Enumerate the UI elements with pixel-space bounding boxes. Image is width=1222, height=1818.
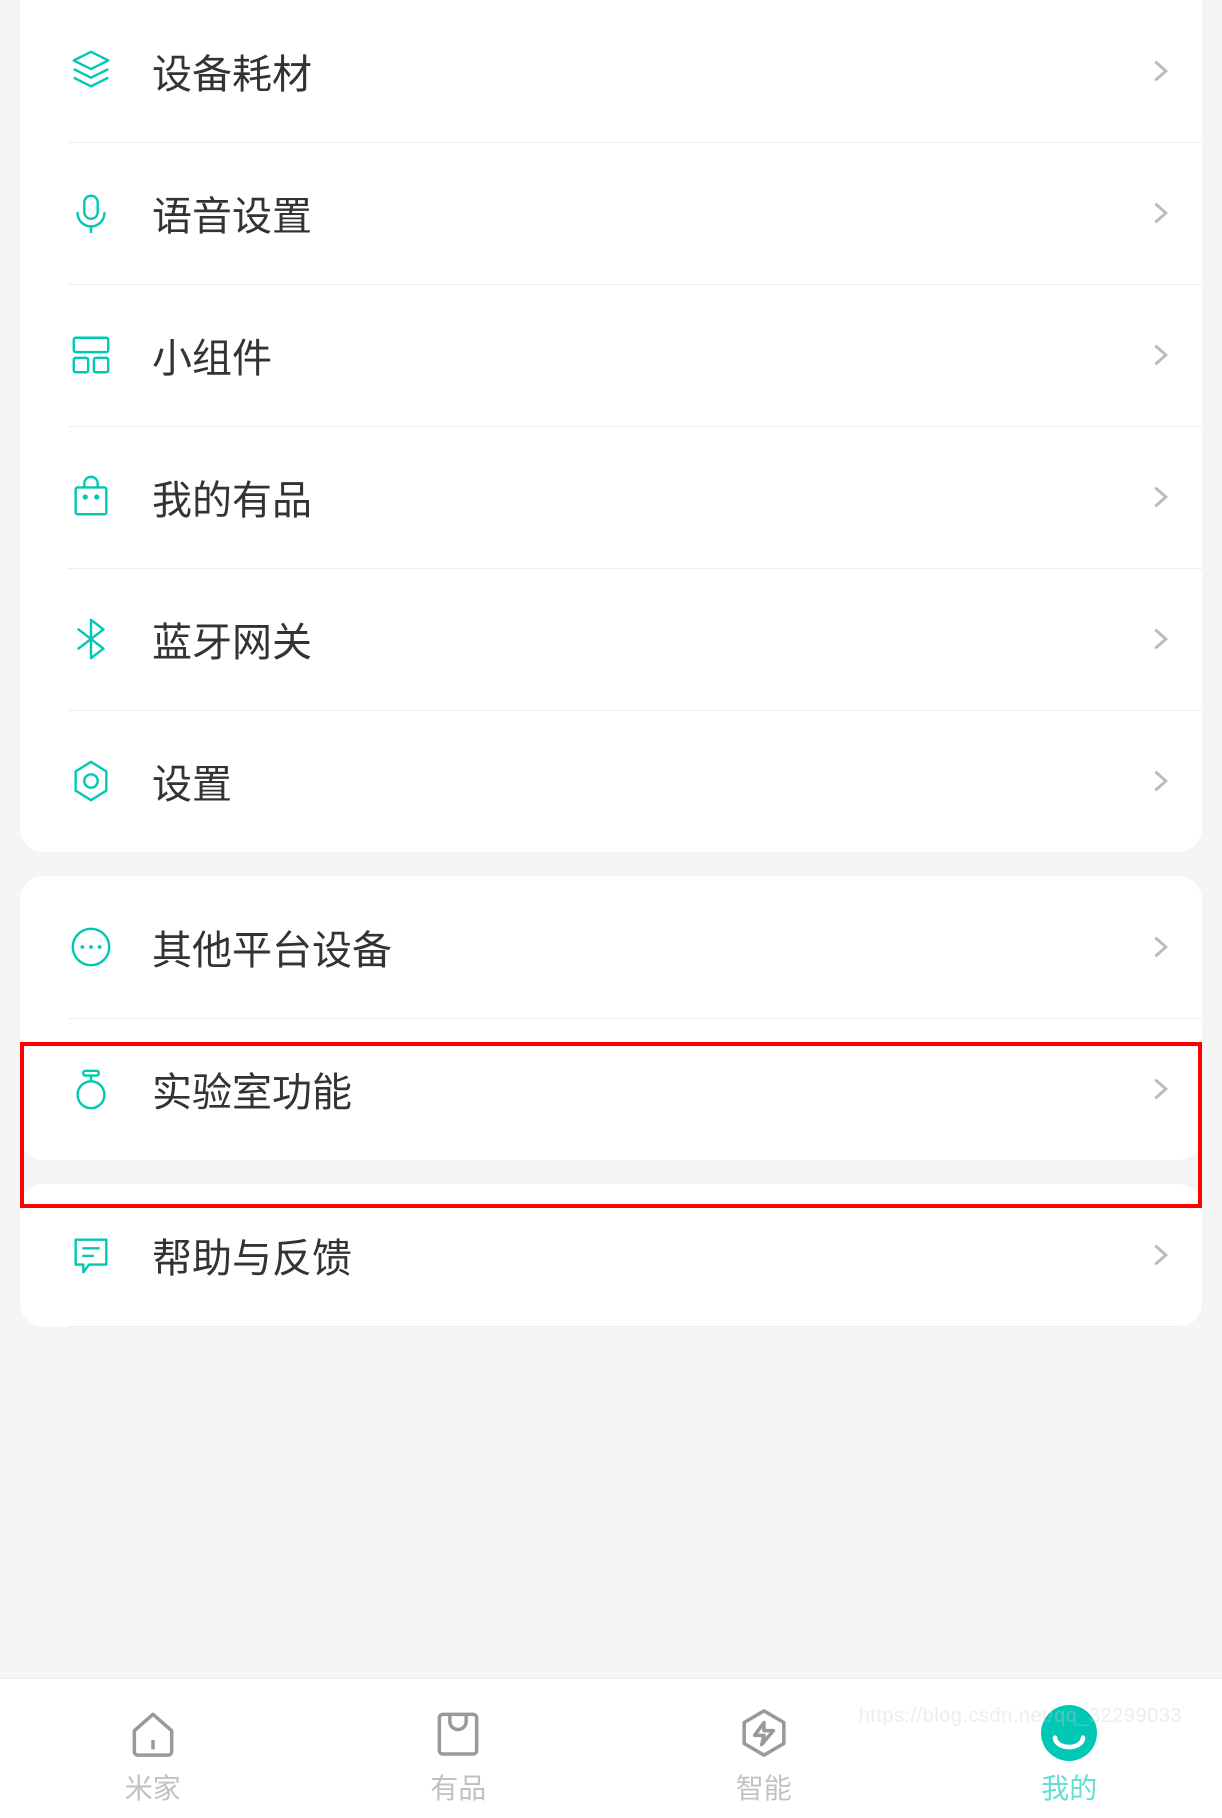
shop-icon [430, 1705, 486, 1761]
main-content: 设备耗材 语音设置 [0, 0, 1222, 1678]
list-item-label: 我的有品 [152, 468, 1146, 526]
chevron-right-icon [1146, 933, 1174, 961]
gear-icon [68, 758, 114, 804]
layers-icon [68, 48, 114, 94]
bluetooth-icon [68, 616, 114, 662]
settings-section-2: 其他平台设备 实验室功能 [20, 876, 1202, 1160]
settings-section-3: 帮助与反馈 [20, 1184, 1202, 1327]
list-item-placeholder [20, 1326, 1202, 1327]
chevron-right-icon [1146, 1075, 1174, 1103]
list-item-settings[interactable]: 设置 [20, 710, 1202, 852]
list-item-voice[interactable]: 语音设置 [20, 142, 1202, 284]
list-item-other-platform[interactable]: 其他平台设备 [20, 876, 1202, 1018]
tab-label: 米家 [125, 1767, 181, 1807]
list-item-label: 语音设置 [152, 184, 1146, 242]
list-item-lab[interactable]: 实验室功能 [20, 1018, 1202, 1160]
widgets-icon [68, 332, 114, 378]
tab-mine[interactable]: 我的 [917, 1679, 1222, 1818]
list-item-label: 小组件 [152, 326, 1146, 384]
mic-icon [68, 190, 114, 236]
list-item-youpin[interactable]: 我的有品 [20, 426, 1202, 568]
list-item-label: 实验室功能 [152, 1060, 1146, 1118]
chevron-right-icon [1146, 341, 1174, 369]
list-item-label: 设置 [152, 752, 1146, 810]
flask-icon [68, 1066, 114, 1112]
tab-label: 我的 [1041, 1767, 1097, 1807]
chevron-right-icon [1146, 199, 1174, 227]
chevron-right-icon [1146, 483, 1174, 511]
list-item-help[interactable]: 帮助与反馈 [20, 1184, 1202, 1326]
tab-label: 有品 [430, 1767, 486, 1807]
bottom-tabbar: 米家 有品 智能 我的 [0, 1678, 1222, 1818]
list-item-widgets[interactable]: 小组件 [20, 284, 1202, 426]
home-icon [125, 1705, 181, 1761]
settings-section-1: 设备耗材 语音设置 [20, 0, 1202, 852]
chevron-right-icon [1146, 57, 1174, 85]
tab-smart[interactable]: 智能 [611, 1679, 917, 1818]
list-item-bluetooth[interactable]: 蓝牙网关 [20, 568, 1202, 710]
chat-icon [68, 1232, 114, 1278]
list-item-label: 蓝牙网关 [152, 610, 1146, 668]
list-item-consumables[interactable]: 设备耗材 [20, 0, 1202, 142]
dots-circle-icon [68, 924, 114, 970]
chevron-right-icon [1146, 767, 1174, 795]
chevron-right-icon [1146, 1241, 1174, 1269]
watermark: https://blog.csdn.net/qq_32299033 [859, 1705, 1182, 1728]
list-item-label: 设备耗材 [152, 42, 1146, 100]
chevron-right-icon [1146, 625, 1174, 653]
list-item-label: 帮助与反馈 [152, 1226, 1146, 1284]
smart-icon [736, 1705, 792, 1761]
list-item-label: 其他平台设备 [152, 918, 1146, 976]
tab-home[interactable]: 米家 [0, 1679, 306, 1818]
tab-shop[interactable]: 有品 [306, 1679, 612, 1818]
tab-label: 智能 [736, 1767, 792, 1807]
bag-icon [68, 474, 114, 520]
